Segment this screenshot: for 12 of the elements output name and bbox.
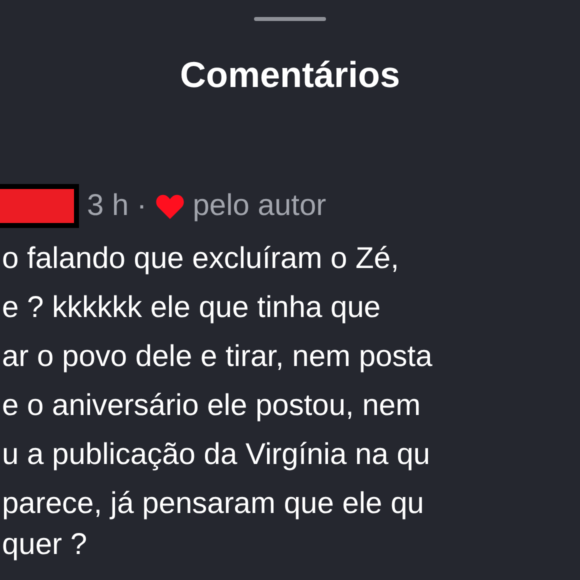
comment-text-line: u a publicação da Virgínia na qu [1, 437, 432, 473]
separator: · [136, 189, 147, 223]
comment-text-line: parece, já pensaram que ele qu [1, 486, 425, 522]
comment-text-line: ar o povo dele e tirar, nem posta [1, 339, 434, 375]
sheet-title: Comentários [180, 53, 400, 97]
drag-handle[interactable] [254, 17, 326, 21]
comment-text-line: e o aniversário ele postou, nem [1, 388, 422, 424]
comment-time: 3 h [87, 189, 129, 223]
liked-label: pelo autor [192, 189, 326, 223]
comment-text-line: o falando que excluíram o Zé, [1, 241, 400, 277]
comment-text-line: e ? kkkkkk ele que tinha que [1, 290, 382, 326]
comment-text-line: quer ? [1, 528, 88, 562]
